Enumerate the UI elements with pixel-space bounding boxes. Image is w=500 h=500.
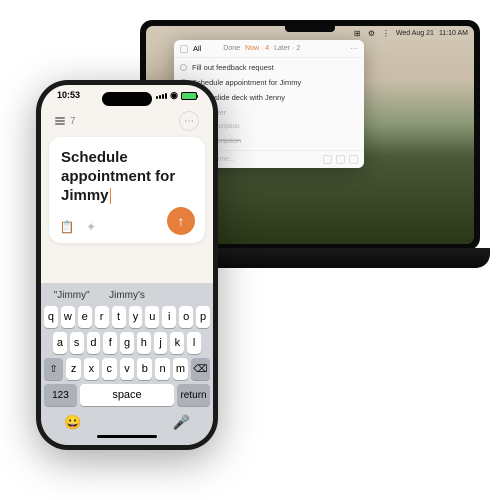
laptop-notch (285, 26, 335, 32)
menubar-date[interactable]: Wed Aug 21 (396, 30, 434, 37)
task-checkbox[interactable] (180, 64, 187, 71)
toolbar-all-label[interactable]: All (193, 44, 201, 53)
status-time: 10:53 (57, 90, 80, 101)
app-more-icon[interactable]: ⋯ (350, 44, 358, 53)
return-key[interactable]: return (177, 384, 210, 406)
key-z[interactable]: z (66, 358, 81, 380)
numbers-key[interactable]: 123 (44, 384, 77, 406)
tab-done[interactable]: Done (223, 45, 240, 52)
send-button[interactable]: ↑ (167, 207, 195, 235)
text-cursor (110, 188, 112, 204)
macos-menubar: ⊞ ⚙ ⋮ Wed Aug 21 11:10 AM (354, 29, 468, 38)
iphone-frame: 10:53 ◉ 7 ⋯ Schedule appointment for Jim… (36, 80, 218, 450)
app-header: 7 ⋯ (41, 111, 213, 131)
key-x[interactable]: x (84, 358, 99, 380)
wifi-icon: ◉ (170, 90, 178, 101)
battery-icon (181, 92, 197, 100)
key-r[interactable]: r (95, 306, 109, 328)
select-all-checkbox[interactable] (180, 45, 188, 53)
more-button[interactable]: ⋯ (179, 111, 199, 131)
footer-action-icon[interactable] (323, 155, 332, 164)
key-l[interactable]: l (187, 332, 201, 354)
keyboard-suggestions: "Jimmy" Jimmy's (44, 287, 210, 306)
ios-keyboard: "Jimmy" Jimmy's qwertyuiop asdfghjkl ⇧zx… (41, 283, 213, 445)
key-⇧[interactable]: ⇧ (44, 358, 63, 380)
footer-action-icon[interactable] (349, 155, 358, 164)
key-o[interactable]: o (179, 306, 193, 328)
tab-now[interactable]: Now · 4 (245, 45, 269, 52)
iphone-screen: 10:53 ◉ 7 ⋯ Schedule appointment for Jim… (41, 85, 213, 445)
key-m[interactable]: m (173, 358, 188, 380)
task-count: 7 (70, 116, 76, 127)
compose-card[interactable]: Schedule appointment for Jimmy 📋 ✦ ↑ (49, 137, 205, 243)
keyboard-bottom-bar: 😀 🎤 (44, 410, 210, 433)
key-h[interactable]: h (137, 332, 151, 354)
key-e[interactable]: e (78, 306, 92, 328)
key-q[interactable]: q (44, 306, 58, 328)
key-⌫[interactable]: ⌫ (191, 358, 210, 380)
key-k[interactable]: k (170, 332, 184, 354)
control-center-icon[interactable]: ⚙ (368, 29, 377, 38)
key-w[interactable]: w (61, 306, 75, 328)
key-n[interactable]: n (155, 358, 170, 380)
cellular-signal-icon (156, 93, 167, 99)
key-u[interactable]: u (145, 306, 159, 328)
clipboard-icon[interactable]: 📋 (59, 219, 75, 235)
key-row-4: 123 space return (44, 384, 210, 406)
list-icon[interactable] (55, 117, 65, 125)
compose-input[interactable]: Schedule appointment for Jimmy (61, 149, 193, 205)
task-text: Schedule appointment for Jimmy (192, 78, 301, 87)
emoji-key[interactable]: 😀 (64, 414, 81, 431)
app-toolbar: All Done Now · 4 Later · 2 ⋯ (174, 40, 364, 58)
menubar-time[interactable]: 11:10 AM (439, 30, 468, 37)
footer-action-icon[interactable] (336, 155, 345, 164)
space-key[interactable]: space (80, 384, 174, 406)
key-y[interactable]: y (129, 306, 143, 328)
key-f[interactable]: f (103, 332, 117, 354)
key-j[interactable]: j (154, 332, 168, 354)
menubar-extra-icon[interactable]: ⊞ (354, 29, 363, 38)
key-g[interactable]: g (120, 332, 134, 354)
key-b[interactable]: b (137, 358, 152, 380)
dynamic-island (102, 92, 152, 106)
key-a[interactable]: a (53, 332, 67, 354)
sparkle-icon[interactable]: ✦ (83, 219, 99, 235)
home-indicator[interactable] (97, 435, 157, 438)
key-row-3: ⇧zxcvbnm⌫ (44, 358, 210, 380)
tab-later[interactable]: Later · 2 (274, 45, 300, 52)
suggestion[interactable]: "Jimmy" (44, 290, 99, 301)
key-c[interactable]: c (102, 358, 117, 380)
key-d[interactable]: d (87, 332, 101, 354)
suggestion[interactable] (155, 290, 210, 301)
key-t[interactable]: t (112, 306, 126, 328)
task-row[interactable]: Fill out feedback request (174, 60, 364, 75)
dictation-key[interactable]: 🎤 (173, 414, 190, 431)
key-v[interactable]: v (120, 358, 135, 380)
key-i[interactable]: i (162, 306, 176, 328)
task-text: Fill out feedback request (192, 63, 274, 72)
key-s[interactable]: s (70, 332, 84, 354)
key-row-1: qwertyuiop (44, 306, 210, 328)
wifi-icon[interactable]: ⋮ (382, 29, 391, 38)
key-p[interactable]: p (196, 306, 210, 328)
key-row-2: asdfghjkl (44, 332, 210, 354)
suggestion[interactable]: Jimmy's (99, 290, 154, 301)
